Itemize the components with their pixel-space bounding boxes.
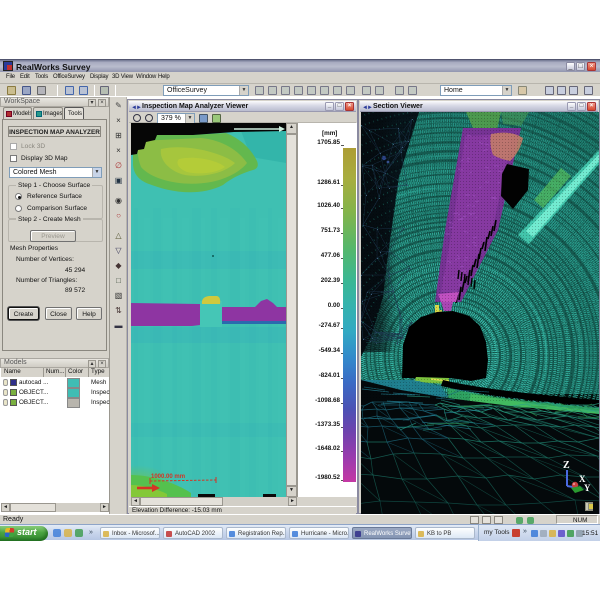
svg-text:Y: Y xyxy=(584,483,591,493)
svg-text:1000.00 mm: 1000.00 mm xyxy=(151,474,185,480)
svg-text:Z: Z xyxy=(563,460,570,471)
